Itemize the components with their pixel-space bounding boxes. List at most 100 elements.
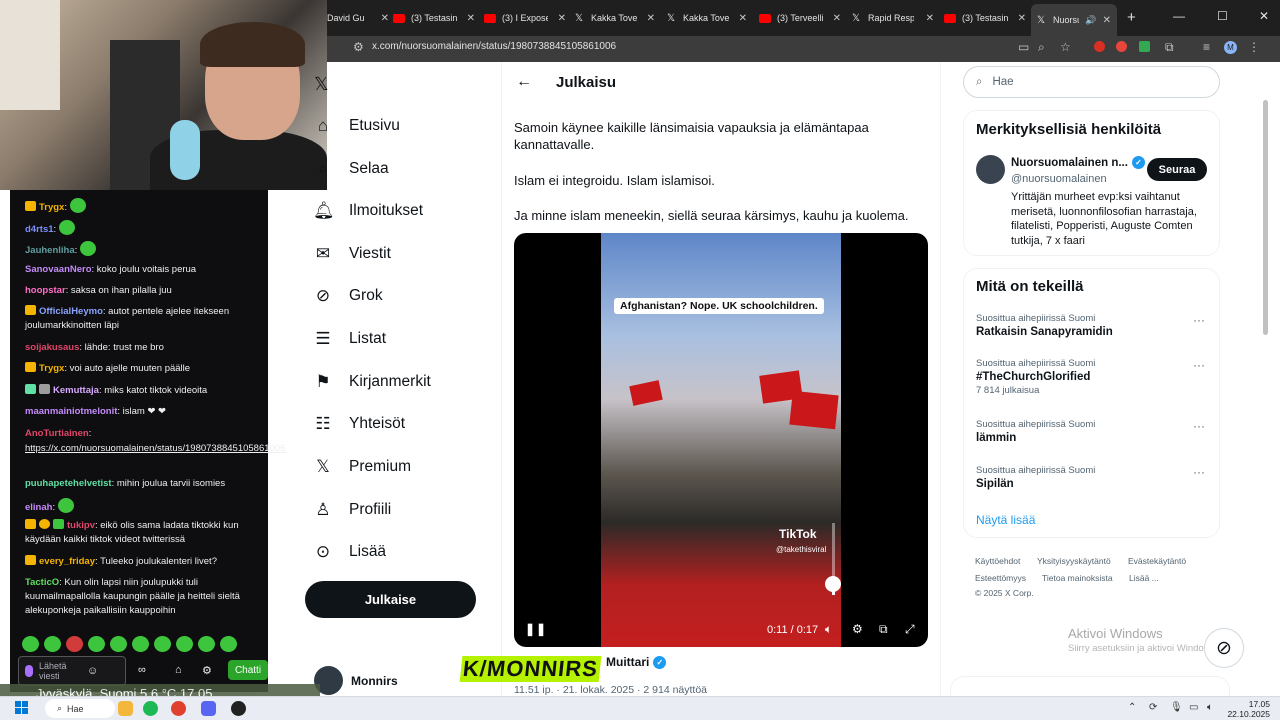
browser-tab[interactable]: 𝕏 Rapid Respo ✕ <box>852 8 934 28</box>
chat-username[interactable]: Trygx <box>39 363 64 374</box>
settings-icon[interactable]: ⚙ <box>852 622 863 636</box>
close-tab-icon[interactable]: ✕ <box>1103 15 1111 26</box>
post-timestamp[interactable]: 11.51 ip. · 21. lokak. 2025 · 2 914 näyt… <box>514 684 707 696</box>
emote-icon[interactable] <box>220 636 237 652</box>
windows-start-icon[interactable] <box>15 701 29 715</box>
trend-item[interactable]: Suosittua aihepiirissä Suomi Sipilän ··· <box>976 465 1211 490</box>
speaker-icon[interactable]: 🔊 <box>1085 15 1096 26</box>
chat-send-button[interactable]: Chatti <box>228 660 268 680</box>
more-options-icon[interactable]: ··· <box>1193 358 1205 372</box>
maximize-icon[interactable]: ☐ <box>1217 9 1228 23</box>
nav-item-communities[interactable]: ☷ Yhteisöt <box>313 414 405 434</box>
chat-username[interactable]: hoopstar <box>25 285 66 296</box>
trend-item[interactable]: Suosittua aihepiirissä Suomi Ratkaisin S… <box>976 313 1211 338</box>
nav-item-lists[interactable]: ☰ Listat <box>313 329 386 349</box>
emote-icon[interactable] <box>88 636 105 652</box>
avatar[interactable] <box>976 155 1005 184</box>
chat-username[interactable]: SanovaanNero <box>25 264 92 275</box>
profile-avatar[interactable]: M <box>1224 41 1237 54</box>
close-tab-icon[interactable]: ✕ <box>647 13 655 24</box>
chrome-icon[interactable] <box>171 701 186 716</box>
chat-username[interactable]: Kemuttaja <box>53 385 99 396</box>
browser-tab[interactable]: (3) I Expose ✕ <box>484 8 566 28</box>
footer-link[interactable]: Käyttöehdot <box>975 556 1020 566</box>
extensions-icon[interactable]: ⧉ <box>1165 40 1174 55</box>
emoji-icon[interactable]: ☺ <box>87 665 98 677</box>
nav-item-grok[interactable]: ⊘ Grok <box>313 286 383 306</box>
sync-icon[interactable]: ⟳ <box>1149 702 1157 713</box>
picture-in-picture-icon[interactable]: ⧉ <box>879 622 888 637</box>
media-icon[interactable]: ≡ <box>1203 40 1210 54</box>
new-tab-icon[interactable]: + <box>1127 9 1136 26</box>
discord-icon[interactable] <box>201 701 216 716</box>
quoted-author[interactable]: Muittari ✓ <box>606 655 667 669</box>
video-player[interactable]: Afghanistan? Nope. UK schoolchildren. Ti… <box>514 233 928 647</box>
emote-icon[interactable] <box>132 636 149 652</box>
chat-username[interactable]: tukipv <box>67 520 95 531</box>
browser-tab-active[interactable]: 𝕏 Nuorsu 🔊 ✕ <box>1031 4 1117 36</box>
settings-icon[interactable]: ⚙ <box>202 664 212 677</box>
footer-link[interactable]: Evästekäytäntö <box>1128 556 1186 566</box>
file-explorer-icon[interactable] <box>118 701 133 716</box>
emote-icon[interactable] <box>44 636 61 652</box>
nav-item-premium[interactable]: 𝕏 Premium <box>313 457 411 477</box>
account-switcher[interactable]: Monnirs <box>314 666 398 695</box>
post-button[interactable]: Julkaise <box>305 581 476 618</box>
extension-red-icon[interactable] <box>1094 41 1105 52</box>
chat-username[interactable]: every_friday <box>39 556 95 567</box>
footer-link[interactable]: Lisää ... <box>1129 573 1159 583</box>
chat-username[interactable]: Jauhenliha <box>25 245 75 256</box>
x-logo-icon[interactable]: 𝕏 <box>314 74 329 95</box>
nav-item-profile[interactable]: ♙ Profiili <box>313 500 391 520</box>
suggested-user-name[interactable]: Nuorsuomalainen n... ✓ <box>1011 156 1145 169</box>
chat-username[interactable]: Trygx <box>39 202 64 213</box>
browser-tab[interactable]: 𝕏 Kakka Tover ✕ <box>667 8 747 28</box>
emote-icon[interactable] <box>176 636 193 652</box>
close-tab-icon[interactable]: ✕ <box>1018 13 1026 24</box>
chevron-up-icon[interactable]: ⌃ <box>1128 702 1136 713</box>
chat-username[interactable]: AnoTurtiainen <box>25 428 89 439</box>
footer-link[interactable]: Yksityisyyskäytäntö <box>1037 556 1111 566</box>
site-info-icon[interactable]: ⚙ <box>353 40 364 54</box>
browser-tab[interactable]: David Gu ✕ <box>327 8 389 28</box>
mic-icon[interactable] <box>25 665 33 677</box>
chat-link[interactable]: https://x.com/nuorsuomalainen/status/198… <box>25 442 285 456</box>
more-options-icon[interactable]: ··· <box>1193 419 1205 433</box>
nav-item-home[interactable]: ⌂ Etusivu <box>313 116 400 136</box>
zoom-icon[interactable]: ⌕ <box>1038 40 1045 55</box>
more-options-icon[interactable]: ··· <box>1193 313 1205 327</box>
search-input[interactable]: ⌕ Hae <box>963 66 1220 98</box>
follow-button[interactable]: Seuraa <box>1147 158 1207 181</box>
chat-username[interactable]: soijakusaus <box>25 342 79 353</box>
browser-tab[interactable]: (3) Testasin l ✕ <box>944 8 1026 28</box>
extension-green-icon[interactable] <box>1139 41 1150 52</box>
network-icon[interactable]: ▭ <box>1189 702 1198 713</box>
emote-icon[interactable] <box>154 636 171 652</box>
extension-record-icon[interactable] <box>1116 41 1127 52</box>
mic-icon[interactable]: 🎙︎ <box>1170 702 1183 713</box>
chat-username[interactable]: puuhapetehelvetist <box>25 478 112 489</box>
obs-icon[interactable] <box>231 701 246 716</box>
close-tab-icon[interactable]: ✕ <box>926 13 934 24</box>
browser-tab[interactable]: (3) Testasin l ✕ <box>393 8 475 28</box>
minimize-icon[interactable]: — <box>1173 9 1185 23</box>
browser-tab[interactable]: 𝕏 Kakka Tover ✕ <box>575 8 655 28</box>
nav-item-messages[interactable]: ✉ Viestit <box>313 244 391 264</box>
volume-icon[interactable]: 🔈︎ <box>1207 702 1213 713</box>
emote-icon[interactable] <box>22 636 39 652</box>
pause-icon[interactable]: ❚❚ <box>525 622 547 636</box>
chat-username[interactable]: maanmainiotmelonit <box>25 406 117 417</box>
fullscreen-icon[interactable]: ⤢ <box>905 622 915 637</box>
emote-icon[interactable] <box>198 636 215 652</box>
taskbar-search[interactable]: ⌕ Hae <box>45 699 115 718</box>
nav-item-notifications[interactable]: 🔔︎ Ilmoitukset <box>313 201 423 221</box>
page-scrollbar[interactable] <box>1263 100 1268 335</box>
url-text[interactable]: x.com/nuorsuomalainen/status/19807388451… <box>372 41 616 52</box>
footer-link[interactable]: Esteettömyys <box>975 573 1026 583</box>
close-tab-icon[interactable]: ✕ <box>467 13 475 24</box>
menu-icon[interactable]: ⋮ <box>1248 40 1260 54</box>
messages-drawer[interactable] <box>950 676 1230 696</box>
close-tab-icon[interactable]: ✕ <box>558 13 566 24</box>
nav-item-more[interactable]: ⊙ Lisää <box>313 542 386 562</box>
volume-icon[interactable]: 🔈︎ <box>825 622 832 637</box>
